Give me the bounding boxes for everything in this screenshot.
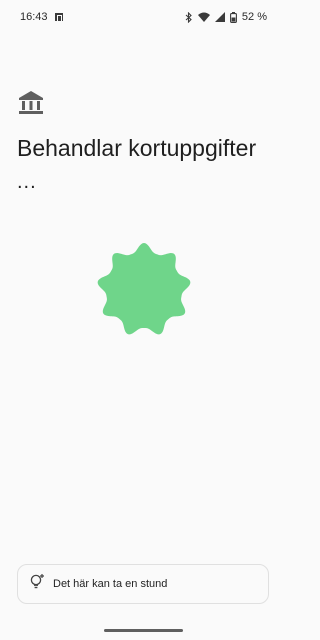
status-time: 16:43 xyxy=(20,11,48,23)
battery-icon xyxy=(229,11,237,23)
scalloped-star-loading-icon xyxy=(96,242,192,343)
wifi-icon xyxy=(197,12,210,22)
status-bar: 16:43 52 % xyxy=(0,0,287,34)
home-indicator[interactable] xyxy=(104,629,183,632)
loading-ellipsis: ... xyxy=(17,171,37,193)
wallet-card-icon xyxy=(54,12,64,22)
battery-percent: 52 % xyxy=(241,11,267,23)
bluetooth-icon xyxy=(185,11,193,23)
status-left: 16:43 xyxy=(20,11,64,23)
signal-icon xyxy=(214,12,225,22)
page-title: Behandlar kortuppgifter xyxy=(17,135,257,161)
bank-icon xyxy=(18,90,44,121)
hint-text: Det här kan ta en stund xyxy=(53,578,168,590)
hint-card: Det här kan ta en stund xyxy=(17,564,269,604)
lightbulb-sparkle-icon xyxy=(29,573,45,595)
status-right: 52 % xyxy=(185,11,267,23)
